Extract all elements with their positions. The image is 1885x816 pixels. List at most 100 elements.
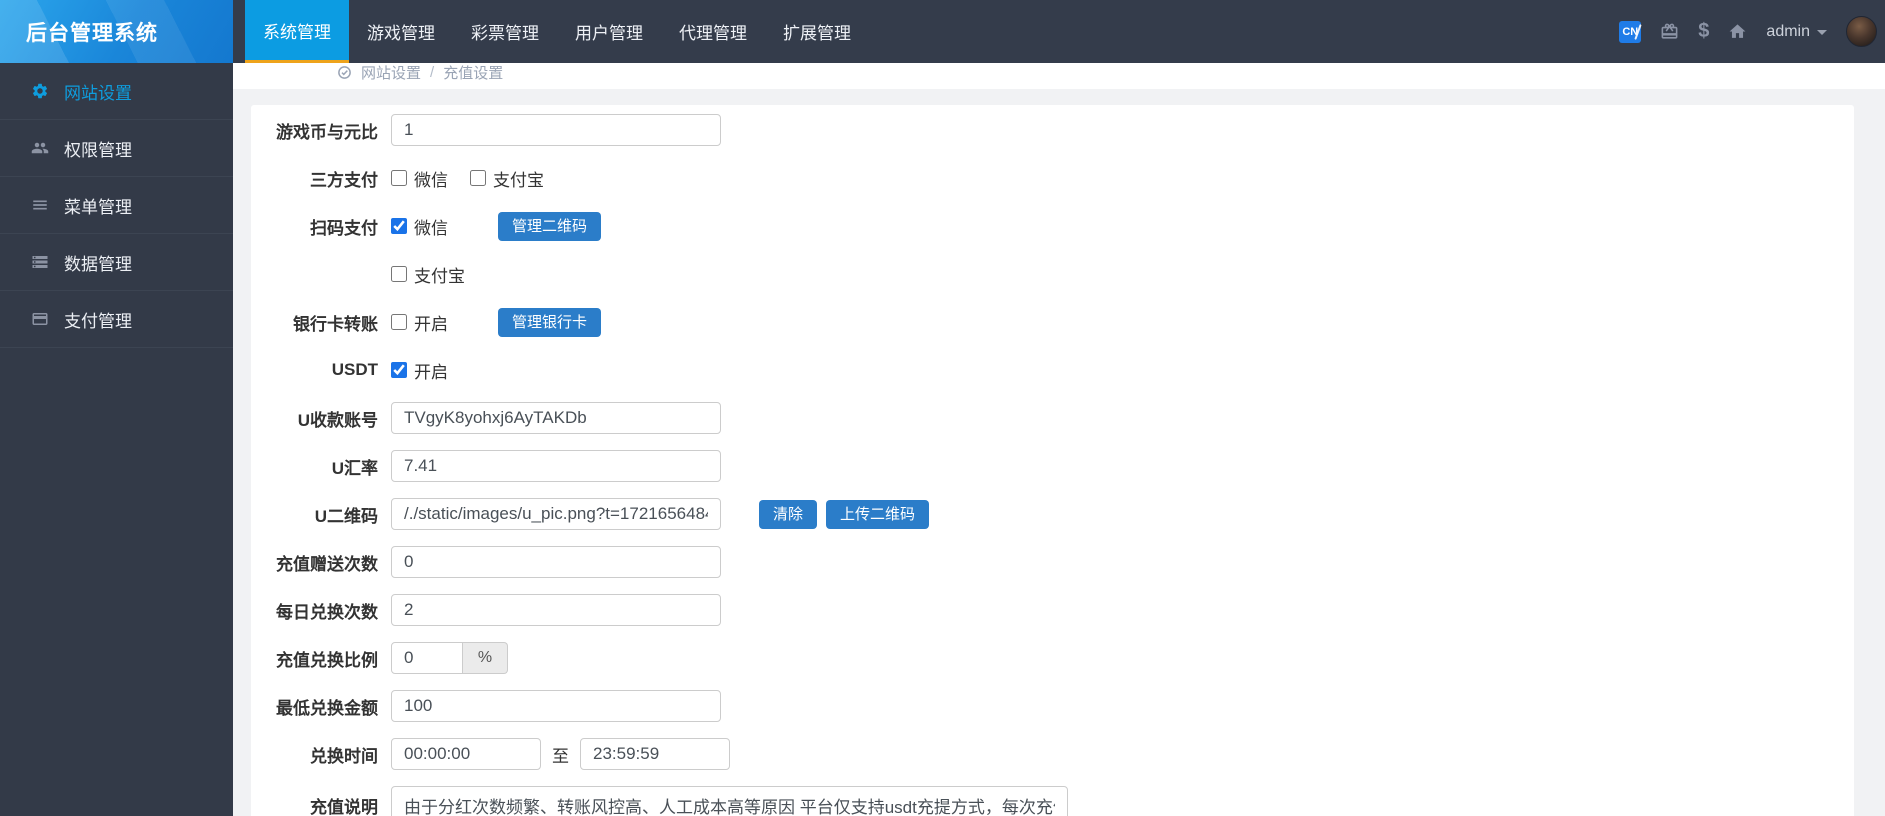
form-row-recharge-note: 充值说明 [251, 786, 1854, 816]
dollar-icon[interactable]: $ [1698, 20, 1709, 43]
gift-icon[interactable] [1660, 22, 1679, 41]
sidebar-item-label: 网站设置 [64, 83, 132, 103]
daily-exchange-input[interactable] [391, 594, 721, 626]
breadcrumb-section[interactable]: 网站设置 [361, 63, 421, 83]
sidebar: 网站设置 权限管理 菜单管理 数据管理 支付管理 [0, 63, 233, 816]
app-title: 后台管理系统 [26, 21, 158, 45]
breadcrumb: 网站设置 / 充值设置 [233, 63, 1885, 89]
credit-card-icon [31, 310, 49, 328]
form-row-min-exchange: 最低兑换金额 [251, 690, 1854, 722]
gear-icon [31, 82, 49, 100]
clear-qrcode-button[interactable]: 清除 [759, 499, 818, 529]
scan-pay-wechat-label: 微信 [414, 218, 448, 238]
form-row-scan-pay-alipay: 支付宝 [251, 258, 1854, 290]
sidebar-item-label: 数据管理 [64, 254, 132, 274]
top-nav: 系统管理 游戏管理 彩票管理 用户管理 代理管理 扩展管理 [245, 0, 869, 63]
caret-down-icon [1817, 30, 1827, 35]
username: admin [1766, 22, 1810, 40]
sidebar-item-menu-management[interactable]: 菜单管理 [0, 177, 233, 234]
breadcrumb-separator: / [430, 63, 435, 81]
bank-transfer-label: 银行卡转账 [293, 314, 378, 334]
u-account-label: U收款账号 [297, 410, 378, 430]
exchange-time-from-input[interactable] [391, 738, 541, 770]
third-party-wechat-checkbox[interactable] [391, 170, 407, 186]
tab-game-management[interactable]: 游戏管理 [349, 0, 453, 63]
main-content: 网站设置 / 充值设置 游戏币与元比 三方支付 微信 支付宝 扫码支付 微信 管… [233, 63, 1885, 816]
manage-bank-card-button[interactable]: 管理银行卡 [498, 307, 602, 337]
tab-agent-management[interactable]: 代理管理 [661, 0, 765, 63]
recharge-bonus-input[interactable] [391, 546, 721, 578]
u-rate-label: U汇率 [331, 458, 378, 478]
sidebar-item-payment-management[interactable]: 支付管理 [0, 291, 233, 348]
breadcrumb-page: 充值设置 [443, 64, 504, 82]
sidebar-item-label: 权限管理 [64, 140, 132, 160]
u-account-input[interactable] [391, 402, 721, 434]
recharge-bonus-label: 充值赠送次数 [276, 554, 378, 574]
exchange-time-to-input[interactable] [580, 738, 730, 770]
users-icon [31, 139, 49, 157]
avatar[interactable] [1846, 16, 1877, 47]
bank-transfer-enable-label: 开启 [414, 314, 448, 334]
u-qrcode-label: U二维码 [314, 506, 378, 526]
form-row-scan-pay: 扫码支付 微信 管理二维码 [251, 210, 1854, 242]
user-menu[interactable]: admin [1766, 23, 1827, 41]
third-party-alipay-checkbox[interactable] [470, 170, 486, 186]
u-qrcode-input[interactable] [391, 498, 721, 530]
min-exchange-label: 最低兑换金额 [276, 698, 378, 718]
topbar-right: CN $ admin [1619, 0, 1885, 63]
tab-user-management[interactable]: 用户管理 [557, 0, 661, 63]
sidebar-item-permission-management[interactable]: 权限管理 [0, 120, 233, 177]
recharge-note-label: 充值说明 [310, 797, 378, 816]
upload-qrcode-button[interactable]: 上传二维码 [826, 499, 930, 529]
form-row-usdt: USDT 开启 [251, 354, 1854, 386]
scan-pay-wechat-checkbox[interactable] [391, 218, 407, 234]
coin-ratio-label: 游戏币与元比 [276, 122, 378, 142]
form-row-coin-ratio: 游戏币与元比 [251, 114, 1854, 146]
percent-addon: % [463, 642, 508, 674]
recharge-note-input[interactable] [391, 786, 1068, 816]
third-party-wechat-label: 微信 [414, 170, 448, 190]
daily-exchange-label: 每日兑换次数 [276, 602, 378, 622]
language-switch-icon[interactable]: CN [1619, 20, 1642, 43]
form-row-u-qrcode: U二维码 清除 上传二维码 [251, 498, 1854, 530]
sidebar-item-label: 支付管理 [64, 311, 132, 331]
scan-pay-alipay-checkbox[interactable] [391, 266, 407, 282]
usdt-enable-label: 开启 [414, 362, 448, 382]
menu-list-icon [31, 196, 49, 214]
database-icon [31, 253, 49, 271]
usdt-enable-checkbox[interactable] [391, 362, 407, 378]
sidebar-item-site-settings[interactable]: 网站设置 [0, 63, 233, 120]
scan-pay-alipay-label: 支付宝 [414, 266, 465, 286]
third-party-alipay-label: 支付宝 [493, 170, 544, 190]
bank-transfer-enable-checkbox[interactable] [391, 314, 407, 330]
exchange-ratio-input[interactable] [391, 642, 463, 674]
tab-system-management[interactable]: 系统管理 [245, 0, 349, 63]
form-row-daily-exchange: 每日兑换次数 [251, 594, 1854, 626]
manage-qrcode-button[interactable]: 管理二维码 [498, 211, 602, 241]
sidebar-item-data-management[interactable]: 数据管理 [0, 234, 233, 291]
home-icon[interactable] [1728, 22, 1747, 41]
sidebar-item-label: 菜单管理 [64, 197, 132, 217]
scan-pay-label: 扫码支付 [310, 218, 378, 238]
third-party-label: 三方支付 [310, 170, 378, 190]
breadcrumb-icon [337, 65, 352, 80]
form-row-u-rate: U汇率 [251, 450, 1854, 482]
form-row-exchange-ratio: 充值兑换比例 % [251, 642, 1854, 674]
form-row-exchange-time: 兑换时间 至 [251, 738, 1854, 770]
form-row-u-account: U收款账号 [251, 402, 1854, 434]
u-rate-input[interactable] [391, 450, 721, 482]
tab-extension-management[interactable]: 扩展管理 [765, 0, 869, 63]
exchange-time-separator: 至 [552, 746, 569, 766]
form-row-third-party: 三方支付 微信 支付宝 [251, 162, 1854, 194]
min-exchange-input[interactable] [391, 690, 721, 722]
exchange-ratio-label: 充值兑换比例 [276, 650, 378, 670]
settings-panel: 游戏币与元比 三方支付 微信 支付宝 扫码支付 微信 管理二维码 支付宝 银行卡… [251, 105, 1854, 816]
app-logo: 后台管理系统 [0, 0, 233, 63]
tab-lottery-management[interactable]: 彩票管理 [453, 0, 557, 63]
coin-ratio-input[interactable] [391, 114, 721, 146]
usdt-label: USDT [331, 360, 378, 379]
exchange-time-label: 兑换时间 [310, 746, 378, 766]
form-row-bank-transfer: 银行卡转账 开启 管理银行卡 [251, 306, 1854, 338]
top-bar: 后台管理系统 系统管理 游戏管理 彩票管理 用户管理 代理管理 扩展管理 CN … [0, 0, 1885, 63]
form-row-recharge-bonus: 充值赠送次数 [251, 546, 1854, 578]
